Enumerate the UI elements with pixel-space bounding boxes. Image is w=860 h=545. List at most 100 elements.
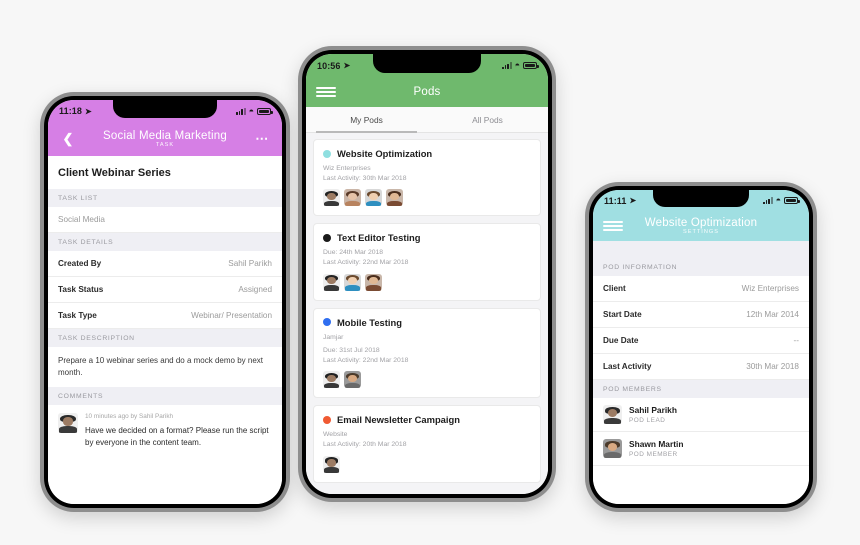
task-description-text: Prepare a 10 webinar series and do a moc… (48, 347, 282, 388)
detail-key: Task Type (58, 311, 97, 320)
signal-bars-icon (502, 62, 512, 69)
status-time-text: 11:11 (604, 195, 627, 206)
info-key: Last Activity (603, 362, 652, 371)
task-name: Client Webinar Series (48, 156, 282, 189)
phone-right-screen: 11:11 ➤ ◓ Website Optimization SETTINGS … (593, 190, 809, 504)
pod-card-website-optimization[interactable]: Website Optimization Wiz Enterprises Las… (313, 139, 541, 217)
status-time-left: 11:18 ➤ (59, 106, 92, 116)
phone-center: 10:56 ➤ ◓ Pods My Pods All Pods Website … (298, 46, 556, 502)
info-value: -- (793, 336, 799, 345)
location-arrow-icon: ➤ (85, 106, 92, 116)
pod-client: Jamjar (323, 333, 344, 341)
pod-card-header: Website Optimization (323, 148, 531, 159)
info-row-last-activity[interactable]: Last Activity 30th Mar 2018 (593, 354, 809, 380)
phone-right-notch (653, 190, 749, 207)
location-arrow-icon: ➤ (629, 196, 637, 205)
avatar (603, 405, 622, 424)
pod-card-text-editor-testing[interactable]: Text Editor Testing Due: 24th Mar 2018 L… (313, 223, 541, 301)
back-button[interactable]: ❮ (58, 131, 78, 147)
pod-color-dot (323, 233, 331, 242)
pod-name: Text Editor Testing (337, 232, 421, 244)
phone-left-notch (113, 100, 217, 118)
section-task-details: TASK DETAILS (48, 233, 282, 251)
ellipsis-icon[interactable]: ⋯ (252, 131, 272, 147)
pod-due: Due: 31st Jul 2018 (323, 347, 380, 355)
phone-center-screen: 10:56 ➤ ◓ Pods My Pods All Pods Website … (306, 54, 548, 494)
tab-all-pods[interactable]: All Pods (427, 107, 548, 132)
member-row-shawn-martin[interactable]: Shawn Martin POD MEMBER (593, 432, 809, 466)
pod-card-email-newsletter-campaign[interactable]: Email Newsletter Campaign Website Last A… (313, 405, 541, 483)
info-row-client[interactable]: Client Wiz Enterprises (593, 276, 809, 302)
page-title: Social Media Marketing (103, 129, 227, 142)
section-pod-information: POD INFORMATION (593, 258, 809, 276)
nav-bar-center: Pods (306, 77, 548, 107)
detail-row-created-by[interactable]: Created By Sahil Parikh (48, 251, 282, 277)
hamburger-menu-icon[interactable] (316, 85, 336, 99)
avatar (58, 413, 78, 434)
phone-left-bezel: 11:18 ➤ ◓ ❮ Social Media Marketing TASK (44, 96, 286, 508)
mockup-stage: 11:18 ➤ ◓ ❮ Social Media Marketing TASK (0, 0, 860, 545)
section-task-description: TASK DESCRIPTION (48, 329, 282, 347)
section-comments: COMMENTS (48, 387, 282, 406)
hamburger-lines (316, 87, 336, 97)
wifi-icon: ◓ (514, 60, 520, 70)
member-role: POD LEAD (629, 416, 666, 424)
hamburger-lines (603, 221, 623, 231)
hamburger-menu-icon[interactable] (603, 219, 623, 233)
tab-my-pods[interactable]: My Pods (306, 107, 427, 133)
member-row-sahil-parikh[interactable]: Sahil Parikh POD LEAD (593, 398, 809, 432)
pod-card-mobile-testing[interactable]: Mobile Testing Jamjar Due: 31st Jul 2018… (313, 307, 541, 399)
member-text: Shawn Martin POD MEMBER (629, 439, 683, 458)
avatar (365, 189, 382, 207)
member-name: Sahil Parikh (629, 405, 677, 416)
signal-bars-icon (763, 197, 773, 204)
wifi-icon: ◓ (775, 195, 781, 205)
nav-title-block-left: Social Media Marketing TASK (78, 130, 252, 149)
info-key: Start Date (603, 310, 642, 319)
battery-icon (523, 62, 539, 69)
status-time-text: 10:56 (317, 60, 341, 71)
phone-right-bezel: 11:11 ➤ ◓ Website Optimization SETTINGS … (589, 186, 813, 508)
page-subtitle: SETTINGS (683, 228, 719, 235)
member-text: Sahil Parikh POD LEAD (629, 405, 677, 424)
task-list-value[interactable]: Social Media (48, 207, 282, 233)
status-time-right: 11:11 ➤ (604, 196, 636, 206)
info-key: Client (603, 284, 626, 293)
avatar (323, 371, 340, 389)
wifi-icon: ◓ (248, 105, 254, 116)
detail-key: Task Status (58, 285, 104, 294)
info-value: 30th Mar 2018 (746, 362, 799, 371)
page-subtitle: TASK (155, 141, 175, 148)
phone-center-notch (373, 54, 481, 73)
nav-title-block-right: Website Optimization SETTINGS (623, 217, 779, 236)
battery-icon (784, 197, 800, 204)
avatar (323, 189, 340, 207)
phone-right: 11:11 ➤ ◓ Website Optimization SETTINGS … (585, 182, 817, 512)
info-row-due-date[interactable]: Due Date -- (593, 328, 809, 354)
detail-row-task-status[interactable]: Task Status Assigned (48, 277, 282, 303)
pod-name: Email Newsletter Campaign (337, 414, 460, 426)
phone-left: 11:18 ➤ ◓ ❮ Social Media Marketing TASK (40, 92, 290, 512)
info-row-start-date[interactable]: Start Date 12th Mar 2014 (593, 302, 809, 328)
status-icons-right: ◓ (763, 195, 800, 205)
avatar (344, 371, 361, 389)
status-icons-center: ◓ (502, 60, 539, 70)
pod-last-activity: Last Activity: 22nd Mar 2018 (323, 258, 409, 266)
avatar (323, 455, 340, 473)
pod-last-activity: Last Activity: 20th Mar 2018 (323, 441, 407, 449)
status-icons-left: ◓ (236, 105, 273, 116)
phone-center-bezel: 10:56 ➤ ◓ Pods My Pods All Pods Website … (302, 50, 552, 498)
pod-member-avatars (323, 455, 531, 473)
comment-content: 10 minutes ago by Sahil Parikh Have we d… (85, 413, 272, 448)
pods-tabs: My Pods All Pods (306, 107, 548, 133)
avatar (365, 273, 382, 291)
pod-name: Website Optimization (337, 148, 433, 159)
pod-member-avatars (323, 371, 531, 389)
pod-member-avatars (323, 189, 531, 207)
pod-last-activity: Last Activity: 30th Mar 2018 (323, 174, 407, 182)
info-value: 12th Mar 2014 (746, 310, 799, 319)
pod-client: Wiz Enterprises (323, 165, 371, 172)
detail-row-task-type[interactable]: Task Type Webinar/ Presentation (48, 303, 282, 329)
nav-bar-left: ❮ Social Media Marketing TASK ⋯ (48, 122, 282, 156)
member-role: POD MEMBER (629, 450, 678, 458)
